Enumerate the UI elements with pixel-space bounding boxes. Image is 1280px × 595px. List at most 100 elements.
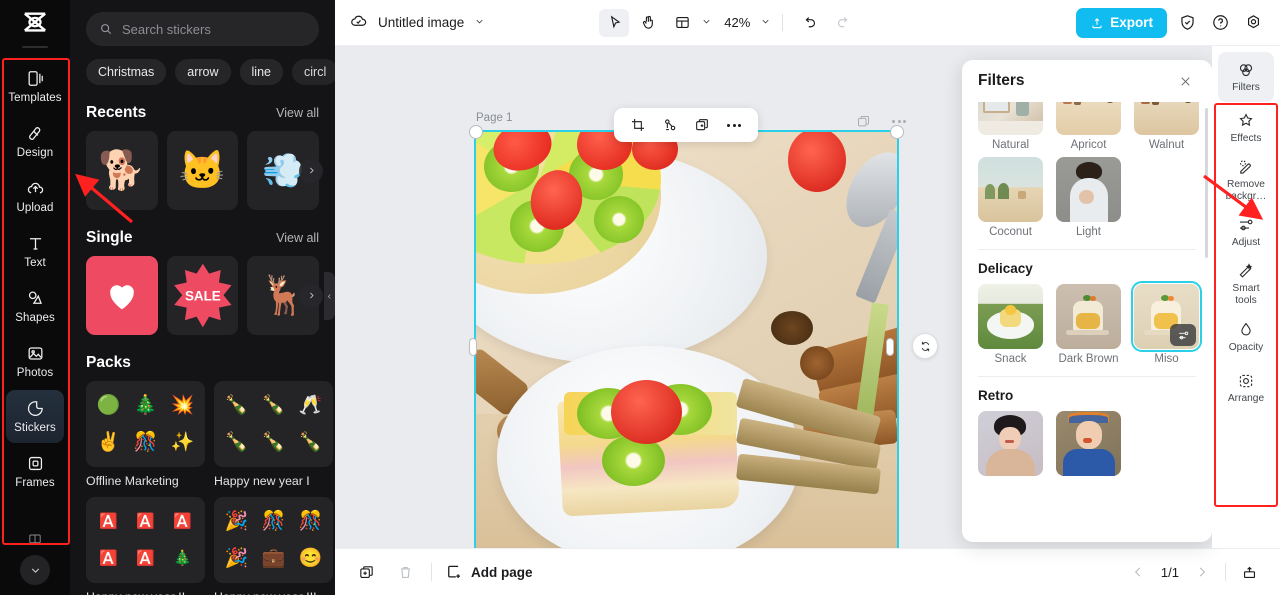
right-tool-smart-tools[interactable]: Smart tools <box>1218 258 1274 310</box>
select-tool-button[interactable] <box>599 8 630 37</box>
document-title-menu-button[interactable] <box>474 14 485 32</box>
filter-adjust-button[interactable] <box>1170 324 1196 346</box>
chip-circle[interactable]: circl <box>292 59 335 85</box>
canvas-image[interactable] <box>474 130 899 548</box>
pack-happy-new-year-3[interactable]: 🎉 🎊 🎊 🎉 💼 😊 Happy new year III <box>214 497 333 595</box>
pack-offline-marketing[interactable]: 🟢 🎄 💥 ✌️ 🎊 ✨ Offline Marketing <box>86 381 205 488</box>
layout-menu-button[interactable] <box>701 14 712 32</box>
filters-scrollbar[interactable] <box>1205 108 1208 258</box>
pack-happy-new-year-1[interactable]: 🍾 🍾 🥂 🍾 🍾 🍾 Happy new year I <box>214 381 333 488</box>
redo-button[interactable] <box>828 9 858 37</box>
zoom-level[interactable]: 42% <box>724 15 750 30</box>
right-tool-adjust[interactable]: Adjust <box>1218 207 1274 257</box>
filter-label: Light <box>1076 226 1101 238</box>
hand-tool-button[interactable] <box>633 9 663 37</box>
more-ghost-button[interactable] <box>886 108 912 134</box>
templates-icon <box>28 71 43 86</box>
add-page-button[interactable]: Add page <box>445 563 533 581</box>
duplicate-page-button[interactable] <box>353 559 379 585</box>
sidebar-item-upload[interactable]: Upload <box>6 170 64 223</box>
resize-handle-left[interactable] <box>469 338 477 356</box>
prev-page-button[interactable] <box>1125 559 1151 585</box>
sticker-tile-heart[interactable] <box>86 256 158 335</box>
filters-panel-body[interactable]: Natural Apricot Walnut Coconut Light Del… <box>962 102 1212 542</box>
shield-button[interactable] <box>1174 10 1200 36</box>
sidebar-item-frames[interactable]: Frames <box>6 445 64 498</box>
right-tool-filters[interactable]: Filters <box>1218 52 1274 102</box>
section-title: Recents <box>86 104 147 121</box>
crop-button[interactable] <box>624 112 652 138</box>
snack-thumb <box>978 284 1043 349</box>
sidebar-item-label: Shapes <box>15 312 55 324</box>
filter-label: Walnut <box>1148 139 1185 151</box>
cloud-save-status[interactable] <box>349 11 368 35</box>
single-tile-row: SALE 🦌 <box>86 256 323 335</box>
duplicate-ghost-button[interactable] <box>850 108 876 134</box>
chevron-down-icon <box>31 567 39 573</box>
help-button[interactable] <box>1207 10 1233 36</box>
filter-walnut[interactable]: Walnut <box>1134 102 1199 151</box>
filter-dark-brown[interactable]: Dark Brown <box>1056 284 1121 365</box>
pack-name: Happy new year I <box>214 474 310 488</box>
more-options-button[interactable] <box>720 112 748 138</box>
right-tool-remove-background[interactable]: Remove backgr… <box>1218 154 1274 206</box>
rotate-handle[interactable] <box>912 333 938 359</box>
present-button[interactable] <box>1236 559 1262 585</box>
panel-collapse-button[interactable] <box>324 272 335 320</box>
search-input[interactable]: Search stickers <box>122 22 211 37</box>
undo-button[interactable] <box>794 9 824 37</box>
single-next-button[interactable] <box>299 283 323 308</box>
sidebar-item-text[interactable]: Text <box>6 225 64 278</box>
rail-collapse-button[interactable] <box>20 555 50 585</box>
filters-close-button[interactable] <box>1174 70 1196 92</box>
sidebar-item-label: Upload <box>16 202 54 214</box>
filter-light[interactable]: Light <box>1056 157 1121 238</box>
next-page-button[interactable] <box>1189 559 1215 585</box>
chip-arrow[interactable]: arrow <box>175 59 231 85</box>
sticker-tile-cat[interactable]: 🐱 <box>166 131 239 210</box>
sidebar-item-shapes[interactable]: Shapes <box>6 280 64 333</box>
resize-handle-right[interactable] <box>886 338 894 356</box>
sidebar-item-stickers[interactable]: Stickers <box>6 390 64 443</box>
filters-group-title-delicacy: Delicacy <box>978 261 1033 276</box>
chip-christmas[interactable]: Christmas <box>86 59 167 85</box>
bottom-toolbar: Add page 1/1 <box>335 548 1280 595</box>
right-tool-effects[interactable]: Effects <box>1218 103 1274 153</box>
chip-line[interactable]: line <box>239 59 283 85</box>
filters-group-title-retro: Retro <box>978 388 1014 403</box>
sidebar-item-design[interactable]: Design <box>6 115 64 168</box>
sticker-tile-sale[interactable]: SALE <box>166 256 239 335</box>
filter-retro-1[interactable] <box>978 411 1043 480</box>
resize-handle-top-left[interactable] <box>469 125 483 139</box>
export-button[interactable]: Export <box>1076 7 1167 38</box>
filter-coconut[interactable]: Coconut <box>978 157 1043 238</box>
search-stickers-box[interactable]: Search stickers <box>86 12 319 46</box>
document-title[interactable]: Untitled image <box>378 15 464 30</box>
pack-thumb[interactable]: 🎉 🎊 🎊 🎉 💼 😊 <box>214 497 333 583</box>
app-logo[interactable] <box>0 0 70 46</box>
pack-thumb[interactable]: 🍾 🍾 🥂 🍾 🍾 🍾 <box>214 381 333 467</box>
zoom-menu-button[interactable] <box>760 14 771 32</box>
right-tool-opacity[interactable]: Opacity <box>1218 312 1274 362</box>
filter-miso[interactable]: Miso <box>1130 280 1203 365</box>
pack-happy-new-year-2[interactable]: 🅰️ 🅰️ 🅰️ 🅰️ 🅰️ 🎄 Happy new year II <box>86 497 205 595</box>
cutout-button[interactable] <box>656 112 684 138</box>
settings-button[interactable] <box>1240 10 1266 36</box>
sidebar-item-photos[interactable]: Photos <box>6 335 64 388</box>
right-tools-rail: Filters Effects Remove backgr… Adjust Sm… <box>1212 46 1280 548</box>
delete-page-button[interactable] <box>392 559 418 585</box>
single-view-all-link[interactable]: View all <box>276 231 319 245</box>
pack-thumb[interactable]: 🟢 🎄 💥 ✌️ 🎊 ✨ <box>86 381 205 467</box>
recents-view-all-link[interactable]: View all <box>276 106 319 120</box>
filter-snack[interactable]: Snack <box>978 284 1043 365</box>
sticker-tile-dog[interactable]: 🐕 <box>86 131 158 210</box>
filter-natural[interactable]: Natural <box>978 102 1043 151</box>
filter-apricot[interactable]: Apricot <box>1056 102 1121 151</box>
sidebar-item-templates[interactable]: Templates <box>6 60 64 113</box>
filter-retro-2[interactable] <box>1056 411 1121 480</box>
layout-tool-button[interactable] <box>667 9 697 37</box>
recents-next-button[interactable] <box>299 158 323 183</box>
right-tool-arrange[interactable]: Arrange <box>1218 363 1274 413</box>
pack-thumb[interactable]: 🅰️ 🅰️ 🅰️ 🅰️ 🅰️ 🎄 <box>86 497 205 583</box>
duplicate-button[interactable] <box>688 112 716 138</box>
